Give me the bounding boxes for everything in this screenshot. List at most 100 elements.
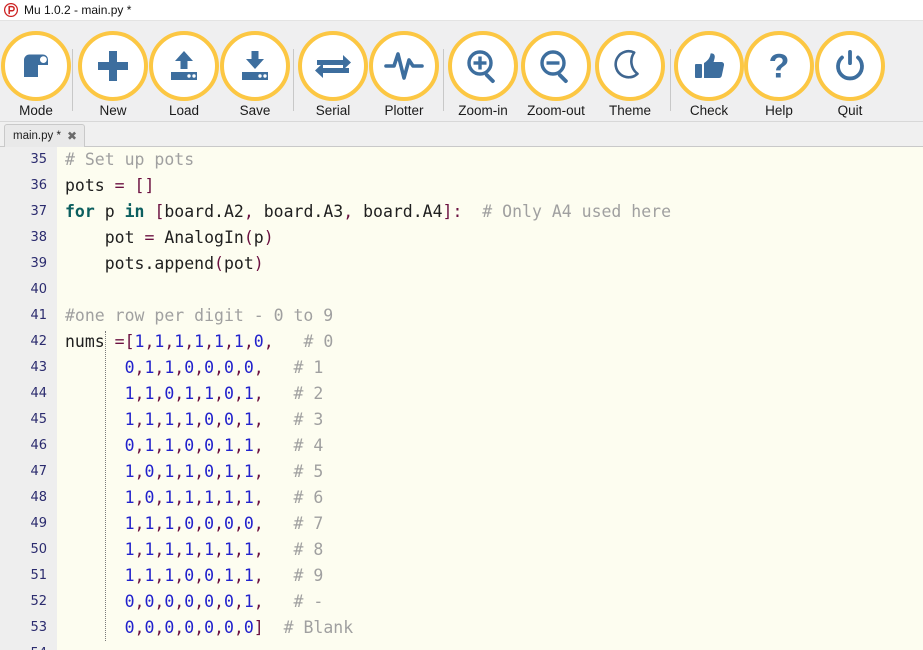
code-line-text[interactable]: 0,0,0,0,0,0,0] # Blank	[65, 615, 353, 641]
code-token: 0	[204, 436, 214, 455]
code-token: 1	[144, 540, 154, 559]
serial-arrows-icon[interactable]	[298, 31, 368, 101]
code-token: ,	[234, 384, 244, 403]
code-token: ,	[194, 592, 204, 611]
code-line-text[interactable]: 1,1,1,0,0,0,0, # 7	[65, 511, 323, 537]
code-token: ,	[234, 566, 244, 585]
code-line[interactable]: 45 1,1,1,1,0,0,1, # 3	[0, 407, 923, 433]
code-line[interactable]: 47 1,0,1,1,0,1,1, # 5	[0, 459, 923, 485]
code-token: ,	[254, 540, 264, 559]
toolbar-button-help[interactable]: ?Help	[743, 31, 815, 118]
code-line[interactable]: 36pots = []	[0, 173, 923, 199]
code-token: 0	[164, 384, 174, 403]
code-line[interactable]: 52 0,0,0,0,0,0,1, # -	[0, 589, 923, 615]
code-line-text[interactable]: pots.append(pot)	[65, 251, 264, 277]
toolbar-button-plotter[interactable]: Plotter	[368, 31, 440, 118]
code-token: 1	[244, 436, 254, 455]
toolbar-button-zoom-out[interactable]: Zoom-out	[520, 31, 592, 118]
close-icon[interactable]: ✖	[67, 130, 77, 142]
code-token	[264, 358, 294, 377]
code-line-text[interactable]: 1,1,1,1,1,1,1, # 8	[65, 537, 323, 563]
code-token: 0	[224, 384, 234, 403]
code-token: ,	[194, 410, 204, 429]
zoom-in-icon[interactable]	[448, 31, 518, 101]
code-token: )	[264, 228, 274, 247]
save-down-icon[interactable]	[220, 31, 290, 101]
code-line[interactable]: 43 0,1,1,0,0,0,0, # 1	[0, 355, 923, 381]
code-line-text[interactable]: 0,0,0,0,0,0,1, # -	[65, 589, 323, 615]
code-line[interactable]: 54	[0, 641, 923, 650]
code-line[interactable]: 49 1,1,1,0,0,0,0, # 7	[0, 511, 923, 537]
code-token	[264, 436, 294, 455]
code-line-text[interactable]: pots = []	[65, 173, 154, 199]
code-line-text[interactable]: #one row per digit - 0 to 9	[65, 303, 333, 329]
code-token: ,	[154, 436, 164, 455]
code-token	[264, 592, 294, 611]
code-text-area[interactable]: 35# Set up pots36pots = []37for p in [bo…	[0, 147, 923, 650]
code-token: for	[65, 202, 95, 221]
code-token: ,	[214, 566, 224, 585]
code-token: AnalogIn	[154, 228, 243, 247]
code-line[interactable]: 38 pot = AnalogIn(p)	[0, 225, 923, 251]
code-line[interactable]: 44 1,1,0,1,1,0,1, # 2	[0, 381, 923, 407]
code-line[interactable]: 39 pots.append(pot)	[0, 251, 923, 277]
code-token: 0	[184, 618, 194, 637]
plotter-wave-icon[interactable]	[369, 31, 439, 101]
toolbar-button-quit[interactable]: Quit	[814, 31, 886, 118]
code-line-text[interactable]: 1,1,0,1,1,0,1, # 2	[65, 381, 323, 407]
zoom-out-icon[interactable]	[521, 31, 591, 101]
line-number: 39	[0, 251, 47, 277]
code-token: ,	[204, 332, 214, 351]
code-token: p	[254, 228, 264, 247]
code-line[interactable]: 35# Set up pots	[0, 147, 923, 173]
code-token: 0	[164, 618, 174, 637]
code-token: 1	[144, 410, 154, 429]
question-mark-icon[interactable]: ?	[744, 31, 814, 101]
window-title: Mu 1.0.2 - main.py *	[24, 4, 131, 16]
code-line-text[interactable]: 1,0,1,1,1,1,1, # 6	[65, 485, 323, 511]
code-token: 1	[125, 462, 135, 481]
code-line-text[interactable]: 0,1,1,0,0,0,0, # 1	[65, 355, 323, 381]
mode-icon[interactable]	[1, 31, 71, 101]
toolbar-button-new[interactable]: New	[77, 31, 149, 118]
code-line-text[interactable]: 0,1,1,0,0,1,1, # 4	[65, 433, 323, 459]
toolbar-button-mode[interactable]: Mode	[0, 31, 72, 118]
code-token: 0	[164, 592, 174, 611]
code-line[interactable]: 53 0,0,0,0,0,0,0] # Blank	[0, 615, 923, 641]
code-line[interactable]: 41#one row per digit - 0 to 9	[0, 303, 923, 329]
toolbar-button-check[interactable]: Check	[673, 31, 745, 118]
toolbar-button-zoom-in[interactable]: Zoom-in	[447, 31, 519, 118]
code-editor[interactable]: 35# Set up pots36pots = []37for p in [bo…	[0, 147, 923, 650]
code-line-text[interactable]: 1,1,1,0,0,1,1, # 9	[65, 563, 323, 589]
moon-icon[interactable]	[595, 31, 665, 101]
code-line-text[interactable]: 1,1,1,1,0,0,1, # 3	[65, 407, 323, 433]
toolbar-button-serial[interactable]: Serial	[297, 31, 369, 118]
toolbar-button-load[interactable]: Load	[148, 31, 220, 118]
code-token: ,	[254, 384, 264, 403]
code-token: ,	[234, 436, 244, 455]
code-token: 1	[224, 436, 234, 455]
code-token: ,	[135, 566, 145, 585]
line-number: 42	[0, 329, 47, 355]
code-line-text[interactable]: for p in [board.A2, board.A3, board.A4]:…	[65, 199, 671, 225]
tab-main-py[interactable]: main.py * ✖	[4, 124, 85, 147]
code-token: 1	[244, 488, 254, 507]
toolbar-button-theme[interactable]: Theme	[594, 31, 666, 118]
load-up-icon[interactable]	[149, 31, 219, 101]
toolbar-button-save[interactable]: Save	[219, 31, 291, 118]
code-line-text[interactable]: 1,0,1,1,0,1,1, # 5	[65, 459, 323, 485]
code-line[interactable]: 42nums =[1,1,1,1,1,1,0, # 0	[0, 329, 923, 355]
code-line[interactable]: 48 1,0,1,1,1,1,1, # 6	[0, 485, 923, 511]
code-line[interactable]: 37for p in [board.A2, board.A3, board.A4…	[0, 199, 923, 225]
code-line[interactable]: 46 0,1,1,0,0,1,1, # 4	[0, 433, 923, 459]
code-line-text[interactable]: pot = AnalogIn(p)	[65, 225, 274, 251]
new-plus-icon[interactable]	[78, 31, 148, 101]
code-line[interactable]: 40	[0, 277, 923, 303]
code-line[interactable]: 50 1,1,1,1,1,1,1, # 8	[0, 537, 923, 563]
code-line[interactable]: 51 1,1,1,0,0,1,1, # 9	[0, 563, 923, 589]
code-token: 0	[184, 514, 194, 533]
thumbs-up-icon[interactable]	[674, 31, 744, 101]
code-token: []	[135, 176, 155, 195]
code-line-text[interactable]: # Set up pots	[65, 147, 194, 173]
power-icon[interactable]	[815, 31, 885, 101]
